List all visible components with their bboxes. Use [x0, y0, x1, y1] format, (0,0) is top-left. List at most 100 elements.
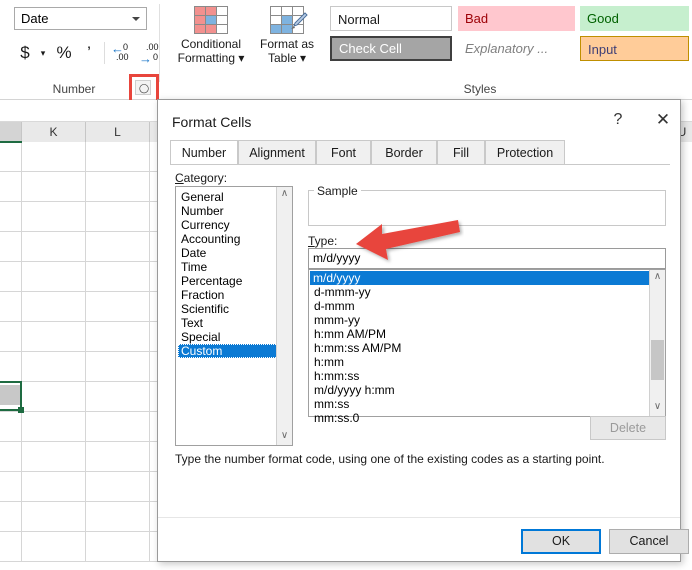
red-arrow-annotation: [352, 218, 464, 266]
cell-style-normal[interactable]: Normal: [330, 6, 452, 31]
category-item-general[interactable]: General: [178, 190, 224, 204]
column-header-L[interactable]: L: [86, 122, 150, 142]
type-item-7[interactable]: h:mm:ss: [311, 369, 359, 383]
category-item-custom[interactable]: Custom: [178, 344, 284, 358]
launcher-highlight-annotation: [129, 74, 159, 103]
ok-button[interactable]: OK: [521, 529, 601, 554]
hint-text: Type the number format code, using one o…: [175, 452, 665, 466]
type-item-0[interactable]: m/d/yyyy: [310, 271, 649, 285]
tab-fill[interactable]: Fill: [437, 140, 485, 165]
category-listbox[interactable]: General Number Currency Accounting Date …: [175, 186, 293, 446]
cell-style-check-cell[interactable]: Check Cell: [330, 36, 452, 61]
cell-style-label: Bad: [465, 11, 488, 26]
conditional-formatting-label-line1: Conditional: [172, 37, 250, 51]
number-format-combo-value: Date: [21, 11, 48, 26]
category-item-time[interactable]: Time: [178, 260, 207, 274]
accounting-number-format-button[interactable]: $: [14, 40, 36, 66]
number-group-label: Number: [0, 82, 148, 96]
column-selection-edge: [0, 141, 22, 143]
type-item-10[interactable]: mm:ss.0: [311, 411, 359, 425]
format-as-table-label-line2: Table ▾: [248, 51, 326, 65]
scroll-up-icon[interactable]: ∧: [650, 270, 665, 286]
category-item-scientific[interactable]: Scientific: [178, 302, 229, 316]
tab-alignment[interactable]: Alignment: [238, 140, 316, 165]
type-item-9[interactable]: mm:ss: [311, 397, 349, 411]
scrollbar-thumb[interactable]: [651, 340, 664, 380]
conditional-formatting-icon: [194, 6, 228, 34]
category-item-number[interactable]: Number: [178, 204, 224, 218]
increase-decimal-icon: ← 0 .00: [110, 41, 136, 65]
cell-style-label: Input: [588, 42, 617, 57]
ribbon-group-styles: Conditional Formatting ▾: [160, 0, 692, 100]
scroll-down-icon[interactable]: ∨: [650, 400, 665, 416]
cell-style-bad[interactable]: Bad: [458, 6, 575, 31]
format-as-table-icon: [270, 6, 304, 34]
comma-icon: ’: [87, 43, 91, 63]
format-cells-dialog: Format Cells ? ✕ Number Alignment Font B…: [157, 99, 681, 562]
type-item-4[interactable]: h:mm AM/PM: [311, 327, 386, 341]
cell-style-label: Normal: [338, 12, 380, 27]
format-as-table-button[interactable]: Format as Table ▾: [248, 4, 326, 65]
cell-style-label: Good: [587, 11, 619, 26]
cell-style-input[interactable]: Input: [580, 36, 689, 61]
conditional-formatting-button[interactable]: Conditional Formatting ▾: [172, 4, 250, 65]
sample-legend: Sample: [314, 184, 361, 198]
conditional-formatting-label-line2: Formatting ▾: [172, 51, 250, 65]
column-header-K[interactable]: K: [22, 122, 86, 142]
excel-format-cells-screen: Date $ ▾ % ’ ← 0 .00: [0, 0, 692, 570]
cell-style-label: Check Cell: [339, 41, 402, 56]
column-header-selected-stub[interactable]: [0, 122, 22, 142]
chevron-down-icon: [132, 17, 140, 21]
percent-style-button[interactable]: %: [52, 40, 76, 66]
cell-style-good[interactable]: Good: [580, 6, 689, 31]
category-item-date[interactable]: Date: [178, 246, 206, 260]
tab-underline: [170, 164, 670, 165]
toolbar-divider: [104, 42, 105, 64]
percent-icon: %: [56, 43, 71, 63]
type-item-8[interactable]: m/d/yyyy h:mm: [311, 383, 395, 397]
type-item-6[interactable]: h:mm: [311, 355, 344, 369]
type-listbox[interactable]: m/d/yyyy d-mmm-yy d-mmm mmm-yy h:mm AM/P…: [308, 269, 666, 417]
footer-divider: [158, 517, 680, 518]
increase-decimal-button[interactable]: ← 0 .00: [110, 41, 136, 65]
category-item-text[interactable]: Text: [178, 316, 203, 330]
cell-style-explanatory[interactable]: Explanatory ...: [458, 36, 575, 61]
category-label: Category:: [175, 171, 227, 185]
delete-button[interactable]: Delete: [590, 416, 666, 440]
cancel-button[interactable]: Cancel: [609, 529, 689, 554]
type-item-1[interactable]: d-mmm-yy: [311, 285, 371, 299]
category-scrollbar[interactable]: ∧ ∨: [276, 187, 292, 445]
category-item-special[interactable]: Special: [178, 330, 220, 344]
category-item-percentage[interactable]: Percentage: [178, 274, 242, 288]
type-scrollbar[interactable]: ∧ ∨: [649, 270, 665, 416]
styles-group-label: Styles: [330, 82, 630, 96]
tab-protection[interactable]: Protection: [485, 140, 565, 165]
tab-border[interactable]: Border: [371, 140, 437, 165]
type-item-5[interactable]: h:mm:ss AM/PM: [311, 341, 401, 355]
type-item-2[interactable]: d-mmm: [311, 299, 355, 313]
chevron-down-icon: ▾: [41, 48, 46, 59]
dialog-title: Format Cells: [172, 114, 251, 130]
number-format-combo[interactable]: Date: [14, 7, 147, 30]
scroll-down-icon[interactable]: ∨: [277, 429, 292, 445]
category-item-currency[interactable]: Currency: [178, 218, 230, 232]
tab-number[interactable]: Number: [170, 140, 238, 165]
dialog-tabs: Number Alignment Font Border Fill Protec…: [170, 140, 670, 165]
tab-font[interactable]: Font: [316, 140, 371, 165]
scroll-up-icon[interactable]: ∧: [277, 187, 292, 203]
fill-handle[interactable]: [18, 407, 24, 413]
close-icon[interactable]: ✕: [648, 106, 678, 134]
cell-styles-gallery: Normal Bad Good Neutral Check Cell Expla…: [330, 6, 692, 60]
category-item-fraction[interactable]: Fraction: [178, 288, 224, 302]
type-label: Type:: [308, 234, 337, 248]
dollar-icon: $: [20, 43, 29, 63]
ribbon: Date $ ▾ % ’ ← 0 .00: [0, 0, 692, 100]
comma-style-button[interactable]: ’: [78, 40, 100, 66]
help-icon[interactable]: ?: [603, 106, 633, 134]
category-item-accounting[interactable]: Accounting: [178, 232, 240, 246]
format-as-table-label-line1: Format as: [248, 37, 326, 51]
type-item-3[interactable]: mmm-yy: [311, 313, 360, 327]
brush-icon: [288, 11, 308, 31]
cell-style-label: Explanatory ...: [465, 41, 548, 56]
accounting-dropdown-button[interactable]: ▾: [36, 40, 50, 66]
